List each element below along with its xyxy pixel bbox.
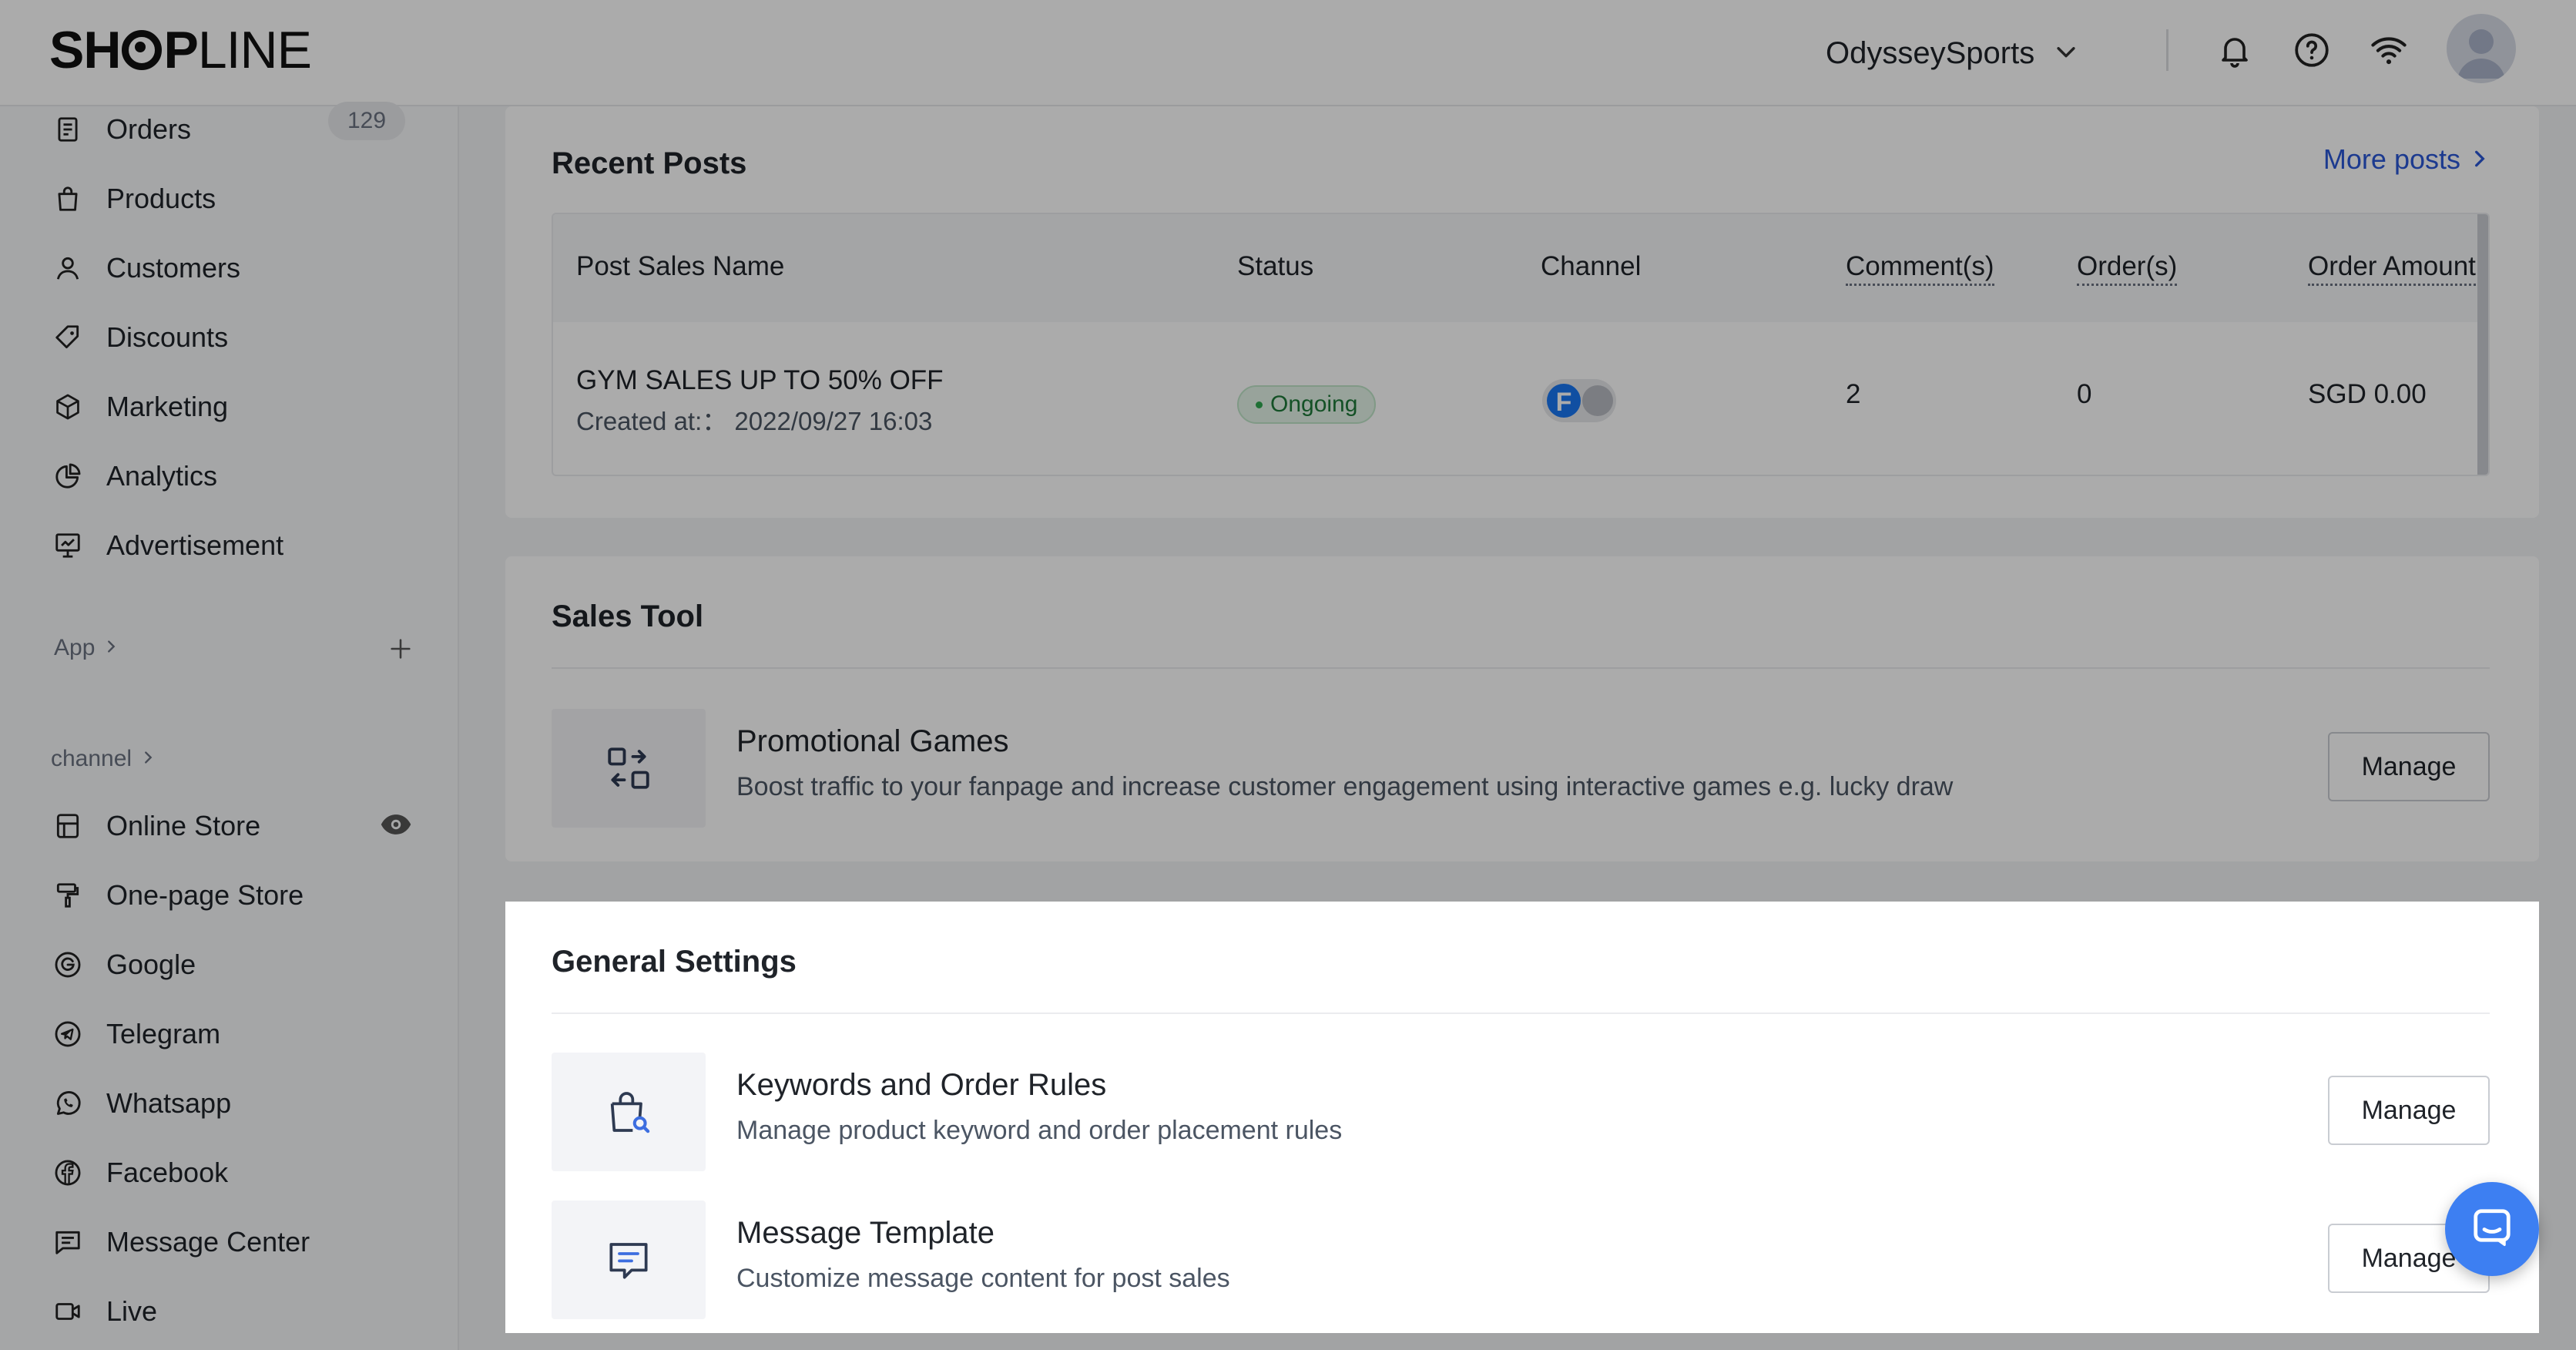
help-icon[interactable] xyxy=(2288,26,2336,74)
tool-name: Promotional Games xyxy=(736,724,1009,758)
promotional-games-row: Promotional Games Boost traffic to your … xyxy=(552,709,2490,828)
manage-promotional-games-button[interactable]: Manage xyxy=(2328,732,2490,801)
post-name[interactable]: GYM SALES UP TO 50% OFF xyxy=(576,365,944,396)
sidebar-item-discounts[interactable]: Discounts xyxy=(51,314,421,361)
col-status: Status xyxy=(1237,251,1314,281)
manage-keywords-button[interactable]: Manage xyxy=(2328,1076,2490,1145)
sales-tool-card: Sales Tool Promotional Games Boost traff… xyxy=(505,556,2539,861)
setting-description: Customize message content for post sales xyxy=(736,1264,1230,1293)
divider xyxy=(552,667,2490,669)
google-icon xyxy=(51,948,85,982)
recent-posts-table: Post Sales Name Status Channel Comment(s… xyxy=(552,213,2490,476)
message-icon xyxy=(51,1225,85,1259)
pie-icon xyxy=(51,459,85,493)
message-template-row: Message Template Customize message conte… xyxy=(552,1201,2490,1319)
setting-description: Manage product keyword and order placeme… xyxy=(736,1116,1343,1145)
top-bar: SH P LINE OdysseySports xyxy=(0,0,2576,106)
sidebar: Orders 129 Products Customers Discounts … xyxy=(0,102,459,1350)
channel-toggle[interactable]: F xyxy=(1542,379,1616,422)
bag-icon xyxy=(51,182,85,216)
sidebar-item-analytics[interactable]: Analytics xyxy=(51,453,421,499)
person-icon xyxy=(51,251,85,285)
facebook-icon xyxy=(51,1156,85,1190)
chat-icon xyxy=(2469,1204,2515,1254)
chevron-right-icon xyxy=(2470,143,2490,176)
general-settings-title: General Settings xyxy=(552,945,797,979)
sidebar-item-products[interactable]: Products xyxy=(51,176,421,222)
shopping-bag-search-icon xyxy=(552,1053,706,1171)
recent-posts-card: Recent Posts More posts Post Sales Name … xyxy=(505,106,2539,518)
col-comments[interactable]: Comment(s) xyxy=(1846,251,1994,286)
chevron-right-icon xyxy=(102,635,119,661)
status-badge: Ongoing xyxy=(1237,385,1377,424)
telegram-icon xyxy=(51,1017,85,1051)
col-channel: Channel xyxy=(1541,251,1642,281)
paint-roller-icon xyxy=(51,878,85,912)
sidebar-item-message-center[interactable]: Message Center xyxy=(51,1219,421,1265)
chat-support-button[interactable] xyxy=(2445,1182,2539,1276)
sidebar-item-marketing[interactable]: Marketing xyxy=(51,384,421,430)
sidebar-item-customers[interactable]: Customers xyxy=(51,245,421,291)
col-post-sales-name: Post Sales Name xyxy=(576,251,785,281)
facebook-icon: F xyxy=(1547,384,1581,418)
store-name: OdysseySports xyxy=(1826,35,2035,70)
orders-count-badge: 129 xyxy=(328,102,405,140)
bell-icon[interactable] xyxy=(2211,26,2259,74)
app-section-link[interactable]: App xyxy=(54,635,119,661)
sidebar-item-advertisement[interactable]: Advertisement xyxy=(51,522,421,569)
video-icon xyxy=(51,1295,85,1328)
swap-icon xyxy=(552,709,706,828)
keywords-order-rules-row: Keywords and Order Rules Manage product … xyxy=(552,1053,2490,1171)
tool-description: Boost traffic to your fanpage and increa… xyxy=(736,772,1954,801)
divider xyxy=(552,1012,2490,1014)
avatar[interactable] xyxy=(2447,14,2516,83)
shopline-logo[interactable]: SH P LINE xyxy=(49,21,312,79)
tag-icon xyxy=(51,321,85,354)
wifi-icon[interactable] xyxy=(2365,26,2413,74)
add-app-button[interactable] xyxy=(385,633,416,664)
post-created-at: Created at:： 2022/09/27 16:03 xyxy=(576,407,933,435)
store-switcher[interactable]: OdysseySports xyxy=(1826,28,2079,79)
sidebar-item-live[interactable]: Live xyxy=(51,1288,421,1335)
chevron-right-icon xyxy=(139,746,156,772)
col-orders[interactable]: Order(s) xyxy=(2077,251,2178,286)
sidebar-item-facebook[interactable]: Facebook xyxy=(51,1150,421,1196)
header-divider xyxy=(2166,29,2168,71)
channel-section-link[interactable]: channel xyxy=(51,746,156,772)
sidebar-item-google[interactable]: Google xyxy=(51,942,421,988)
sidebar-item-online-store[interactable]: Online Store xyxy=(51,803,421,849)
eye-icon[interactable] xyxy=(379,808,413,841)
message-template-icon xyxy=(552,1201,706,1319)
whatsapp-icon xyxy=(51,1086,85,1120)
sales-tool-title: Sales Tool xyxy=(552,599,704,633)
orders-icon xyxy=(51,112,85,146)
orders-count: 0 xyxy=(2077,379,2092,409)
comments-count: 2 xyxy=(1846,379,1861,409)
toggle-knob xyxy=(1582,385,1613,416)
sidebar-item-whatsapp[interactable]: Whatsapp xyxy=(51,1080,421,1127)
store-icon xyxy=(51,809,85,843)
chevron-down-icon xyxy=(2053,39,2079,69)
recent-posts-title: Recent Posts xyxy=(552,146,747,180)
order-amount: SGD 0.00 xyxy=(2308,379,2427,409)
cube-icon xyxy=(51,390,85,424)
setting-name: Message Template xyxy=(736,1216,995,1250)
more-posts-link[interactable]: More posts xyxy=(2323,143,2490,176)
setting-name: Keywords and Order Rules xyxy=(736,1068,1107,1102)
billboard-icon xyxy=(51,529,85,562)
sidebar-item-one-page-store[interactable]: One-page Store xyxy=(51,872,421,918)
general-settings-card: General Settings Keywords and Order Rule… xyxy=(505,902,2539,1333)
sidebar-item-telegram[interactable]: Telegram xyxy=(51,1011,421,1057)
col-order-amount[interactable]: Order Amount xyxy=(2308,251,2476,286)
table-header: Post Sales Name Status Channel Comment(s… xyxy=(553,214,2488,322)
horizontal-scroll-edge xyxy=(2477,214,2488,475)
